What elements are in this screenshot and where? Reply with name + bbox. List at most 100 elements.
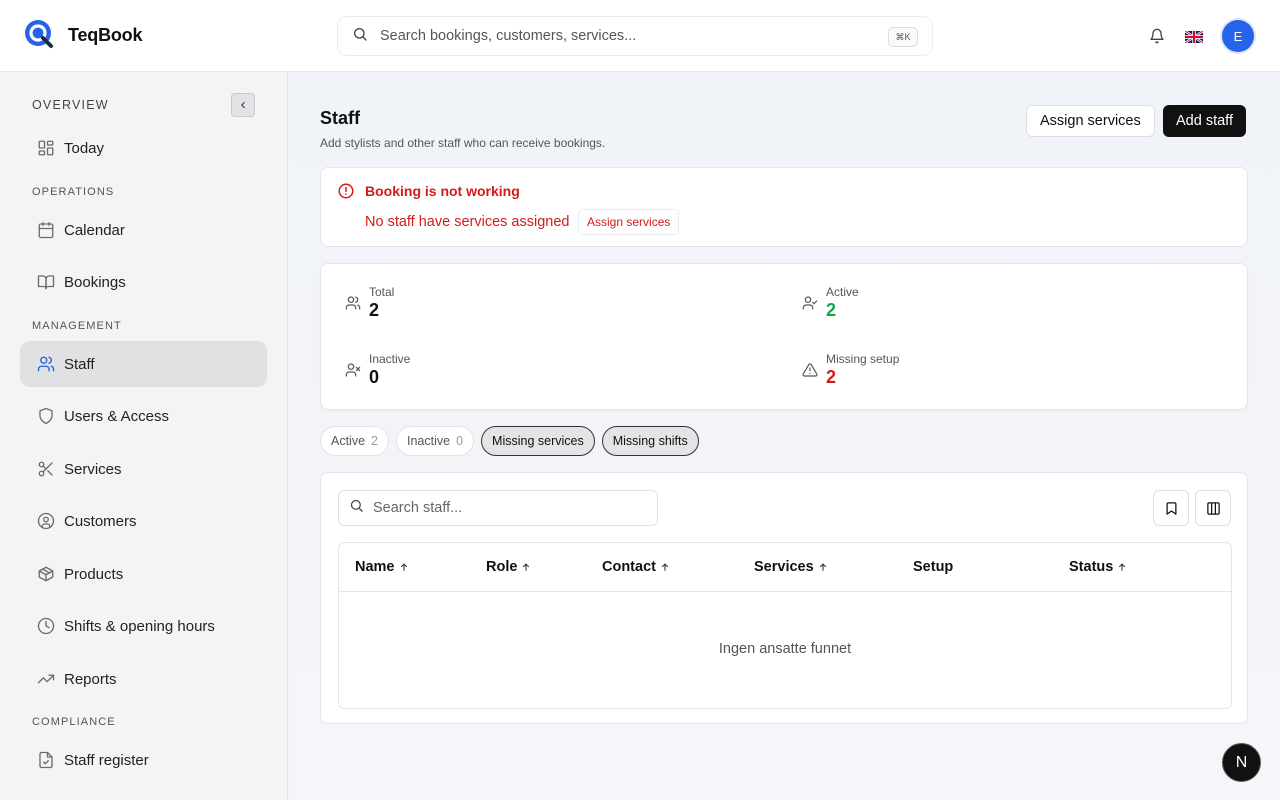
column-header-contact[interactable]: Contact <box>602 559 670 575</box>
staff-table-card: Name Role Contact Services Setup <box>320 472 1248 724</box>
column-header-setup: Setup <box>913 559 953 575</box>
add-staff-button[interactable]: Add staff <box>1163 105 1246 137</box>
column-header-label: Role <box>486 559 518 575</box>
sidebar-item-label: Staff register <box>64 751 149 769</box>
stat-value: 2 <box>826 300 837 320</box>
section-label-management: MANAGEMENT <box>32 320 122 332</box>
column-header-label: Status <box>1069 559 1114 575</box>
user-circle-icon <box>36 511 56 531</box>
page-title: Staff <box>320 108 360 128</box>
arrow-up-icon <box>1119 563 1126 571</box>
sidebar-item-users-access[interactable]: Users & Access <box>20 393 267 439</box>
filter-chips: Active 2 Inactive 0 Missing services Mis… <box>320 426 699 456</box>
column-header-status[interactable]: Status <box>1069 559 1127 575</box>
arrow-up-icon <box>523 563 530 571</box>
staff-stats-card: Total 2 Active 2 Inactive 0 Missing setu… <box>320 263 1248 410</box>
sidebar-item-staff[interactable]: Staff <box>20 341 267 387</box>
arrow-up-icon <box>400 563 407 571</box>
layout-dashboard-icon <box>36 138 56 158</box>
trending-up-icon <box>36 669 56 689</box>
bookmark-icon <box>1166 501 1176 515</box>
filter-chip-inactive[interactable]: Inactive 0 <box>396 426 475 456</box>
arrow-up-icon <box>819 563 826 571</box>
user-avatar[interactable]: E <box>1222 20 1254 52</box>
app-name: TeqBook <box>68 24 143 45</box>
columns-icon <box>1206 501 1220 515</box>
booking-alert: Booking is not working No staff have ser… <box>320 167 1248 247</box>
column-header-label: Setup <box>913 559 954 575</box>
sidebar-item-shifts[interactable]: Shifts & opening hours <box>20 603 267 649</box>
uk-flag-icon[interactable] <box>1184 30 1204 44</box>
filter-chip-label: Active <box>331 434 366 448</box>
sidebar-item-services[interactable]: Services <box>20 446 267 492</box>
sidebar-item-customers[interactable]: Customers <box>20 498 267 544</box>
sidebar-item-label: Bookings <box>64 273 126 291</box>
sidebar-item-label: Staff <box>64 355 95 373</box>
staff-search[interactable] <box>338 490 658 526</box>
page-subtitle: Add stylists and other staff who can rec… <box>320 136 606 150</box>
filter-chip-missing-services[interactable]: Missing services <box>481 426 595 456</box>
sidebar-collapse-button[interactable] <box>231 93 255 117</box>
users-icon <box>345 295 363 313</box>
arrow-up-icon <box>661 563 669 571</box>
package-icon <box>36 564 56 584</box>
sidebar-item-today[interactable]: Today <box>20 125 267 171</box>
search-icon <box>352 26 368 47</box>
alert-message: No staff have services assigned <box>365 214 570 230</box>
sidebar: OVERVIEW Today OPERATIONS Calendar Booki… <box>0 72 288 800</box>
app-logo[interactable]: TeqBook <box>24 19 142 51</box>
search-shortcut-badge: ⌘K <box>888 27 918 47</box>
sidebar-item-products[interactable]: Products <box>20 551 267 597</box>
table-header: Name Role Contact Services Setup Status <box>339 543 1231 592</box>
column-header-services[interactable]: Services <box>754 559 828 575</box>
stat-value: 0 <box>369 367 380 387</box>
section-label-overview: OVERVIEW <box>32 98 109 112</box>
sidebar-item-label: Customers <box>64 512 137 530</box>
dev-tools-button[interactable]: N <box>1222 743 1261 782</box>
global-search[interactable]: ⌘K <box>337 16 933 56</box>
filter-chip-count: 0 <box>456 434 464 448</box>
notifications-bell-icon[interactable] <box>1141 20 1173 52</box>
sidebar-item-label: Calendar <box>64 221 125 239</box>
main-content: Staff Add stylists and other staff who c… <box>289 72 1280 800</box>
sidebar-item-reports[interactable]: Reports <box>20 656 267 702</box>
column-header-name[interactable]: Name <box>355 559 409 575</box>
stat-label: Total <box>369 285 395 299</box>
filter-chip-count: 2 <box>371 434 378 448</box>
section-label-operations: OPERATIONS <box>32 186 115 198</box>
sidebar-item-label: Services <box>64 460 122 478</box>
chevron-left-icon <box>241 101 245 109</box>
alert-circle-icon <box>337 182 355 205</box>
column-header-role[interactable]: Role <box>486 559 531 575</box>
column-header-label: Services <box>754 559 814 575</box>
file-check-icon <box>36 750 56 770</box>
user-check-icon <box>802 295 820 313</box>
sidebar-item-label: Today <box>64 139 105 157</box>
users-icon <box>36 354 56 374</box>
sidebar-item-staff-register[interactable]: Staff register <box>20 737 267 783</box>
stat-value: 2 <box>826 367 837 387</box>
table-empty-message: Ingen ansatte funnet <box>718 641 852 657</box>
global-search-input[interactable] <box>380 28 860 44</box>
filter-chip-missing-shifts[interactable]: Missing shifts <box>601 426 699 456</box>
columns-button[interactable] <box>1195 490 1231 526</box>
alert-title: Booking is not working <box>365 183 520 199</box>
alert-assign-services-button[interactable]: Assign services <box>578 209 680 235</box>
assign-services-button[interactable]: Assign services <box>1026 105 1155 137</box>
saved-views-button[interactable] <box>1153 490 1189 526</box>
clock-icon <box>36 616 56 636</box>
logo-icon <box>24 19 56 51</box>
stat-value: 2 <box>369 300 380 320</box>
staff-table: Name Role Contact Services Setup Status … <box>338 542 1232 709</box>
stat-label: Missing setup <box>826 352 900 366</box>
filter-chip-label: Missing shifts <box>612 434 688 448</box>
user-x-icon <box>345 362 363 380</box>
staff-search-input[interactable] <box>373 500 643 516</box>
scissors-icon <box>36 459 56 479</box>
sidebar-item-label: Shifts & opening hours <box>64 617 215 635</box>
sidebar-item-label: Users & Access <box>64 407 170 425</box>
book-open-icon <box>36 272 56 292</box>
sidebar-item-calendar[interactable]: Calendar <box>20 207 267 253</box>
filter-chip-active[interactable]: Active 2 <box>320 426 389 456</box>
sidebar-item-bookings[interactable]: Bookings <box>20 259 267 305</box>
